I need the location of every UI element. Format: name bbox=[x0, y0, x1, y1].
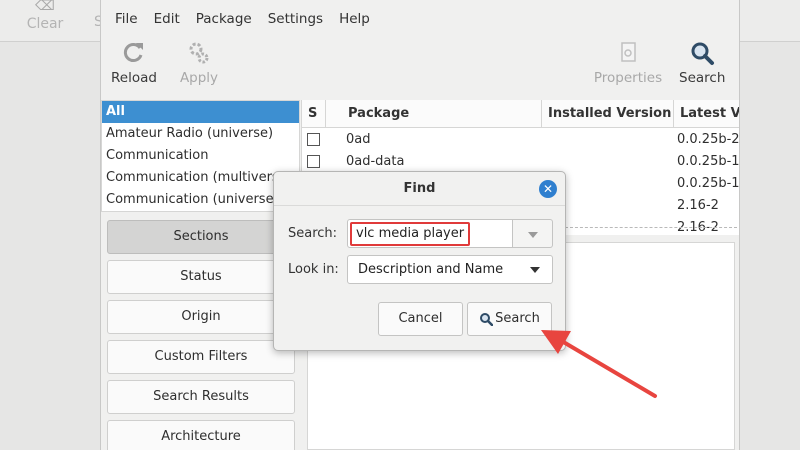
package-name: 0ad bbox=[346, 132, 371, 147]
search-input[interactable]: vlc media player bbox=[347, 219, 513, 248]
table-header: S Package Installed Version Latest Ver bbox=[302, 100, 739, 128]
row-checkbox[interactable] bbox=[307, 133, 320, 146]
search-results-button[interactable]: Search Results bbox=[107, 380, 295, 414]
column-status[interactable]: S bbox=[302, 100, 326, 128]
search-button-label: Search bbox=[495, 311, 540, 326]
search-icon bbox=[480, 312, 494, 326]
menu-package[interactable]: Package bbox=[188, 11, 260, 27]
clear-label: Clear bbox=[26, 16, 64, 32]
search-toolbar-button[interactable]: Search bbox=[679, 40, 725, 86]
table-row[interactable]: 0ad-data 0.0.25b-1 bbox=[302, 151, 740, 173]
apply-label: Apply bbox=[179, 70, 219, 86]
latest-version: 0.0.25b-1 bbox=[677, 154, 740, 169]
search-label: Search: bbox=[288, 226, 338, 241]
latest-version: 2.16-2 bbox=[677, 220, 719, 235]
menu-bar: File Edit Package Settings Help bbox=[101, 0, 739, 38]
reload-button[interactable]: Reload bbox=[109, 40, 159, 86]
section-item-all[interactable]: All bbox=[102, 101, 299, 123]
status-button[interactable]: Status bbox=[107, 260, 295, 294]
section-item-communication-multiverse[interactable]: Communication (multiverse) bbox=[102, 167, 299, 189]
clear-icon: ⌫ bbox=[35, 0, 55, 14]
search-toolbar-label: Search bbox=[679, 70, 726, 86]
lookin-select[interactable]: Description and Name bbox=[347, 255, 553, 284]
section-item-communication-universe[interactable]: Communication (universe) bbox=[102, 189, 299, 211]
search-icon bbox=[691, 42, 714, 65]
column-package[interactable]: Package bbox=[342, 100, 542, 128]
lookin-label: Look in: bbox=[288, 262, 339, 277]
sections-button[interactable]: Sections bbox=[107, 220, 295, 254]
latest-version: 0.0.25b-2 bbox=[677, 132, 740, 147]
table-row[interactable]: 0ad 0.0.25b-2 bbox=[302, 129, 740, 151]
close-icon[interactable]: ✕ bbox=[539, 180, 557, 198]
search-input-value: vlc media player bbox=[356, 226, 465, 241]
properties-label: Properties bbox=[593, 70, 663, 86]
section-item-communication[interactable]: Communication bbox=[102, 145, 299, 167]
reload-label: Reload bbox=[111, 70, 157, 86]
lookin-value: Description and Name bbox=[358, 262, 504, 277]
toolbar: Reload Apply Properties Search bbox=[101, 38, 739, 98]
menu-help[interactable]: Help bbox=[331, 11, 378, 27]
dialog-title: Find bbox=[274, 172, 565, 206]
latest-version: 2.16-2 bbox=[677, 198, 719, 213]
filter-buttons: Sections Status Origin Custom Filters Se… bbox=[107, 220, 295, 450]
architecture-button[interactable]: Architecture bbox=[107, 420, 295, 450]
row-checkbox[interactable] bbox=[307, 155, 320, 168]
search-history-dropdown[interactable] bbox=[513, 219, 553, 248]
section-item-amateur-radio[interactable]: Amateur Radio (universe) bbox=[102, 123, 299, 145]
menu-settings[interactable]: Settings bbox=[260, 11, 331, 27]
properties-button[interactable]: Properties bbox=[593, 40, 663, 86]
clear-button[interactable]: ⌫ Clear bbox=[10, 0, 80, 42]
sections-list: All Amateur Radio (universe) Communicati… bbox=[101, 100, 300, 212]
latest-version: 0.0.25b-1 bbox=[677, 176, 740, 191]
gears-icon bbox=[189, 42, 209, 64]
origin-button[interactable]: Origin bbox=[107, 300, 295, 334]
reload-icon bbox=[123, 43, 143, 62]
properties-icon bbox=[621, 42, 636, 62]
column-installed-version[interactable]: Installed Version bbox=[542, 100, 674, 128]
menu-edit[interactable]: Edit bbox=[146, 11, 188, 27]
menu-file[interactable]: File bbox=[107, 11, 146, 27]
column-latest-version[interactable]: Latest Ver bbox=[674, 100, 739, 128]
apply-button[interactable]: Apply bbox=[177, 40, 221, 86]
search-button[interactable]: Search bbox=[467, 302, 552, 336]
cancel-button[interactable]: Cancel bbox=[378, 302, 463, 336]
find-dialog: Find ✕ Search: vlc media player Look in:… bbox=[273, 171, 566, 351]
package-name: 0ad-data bbox=[346, 154, 405, 169]
custom-filters-button[interactable]: Custom Filters bbox=[107, 340, 295, 374]
